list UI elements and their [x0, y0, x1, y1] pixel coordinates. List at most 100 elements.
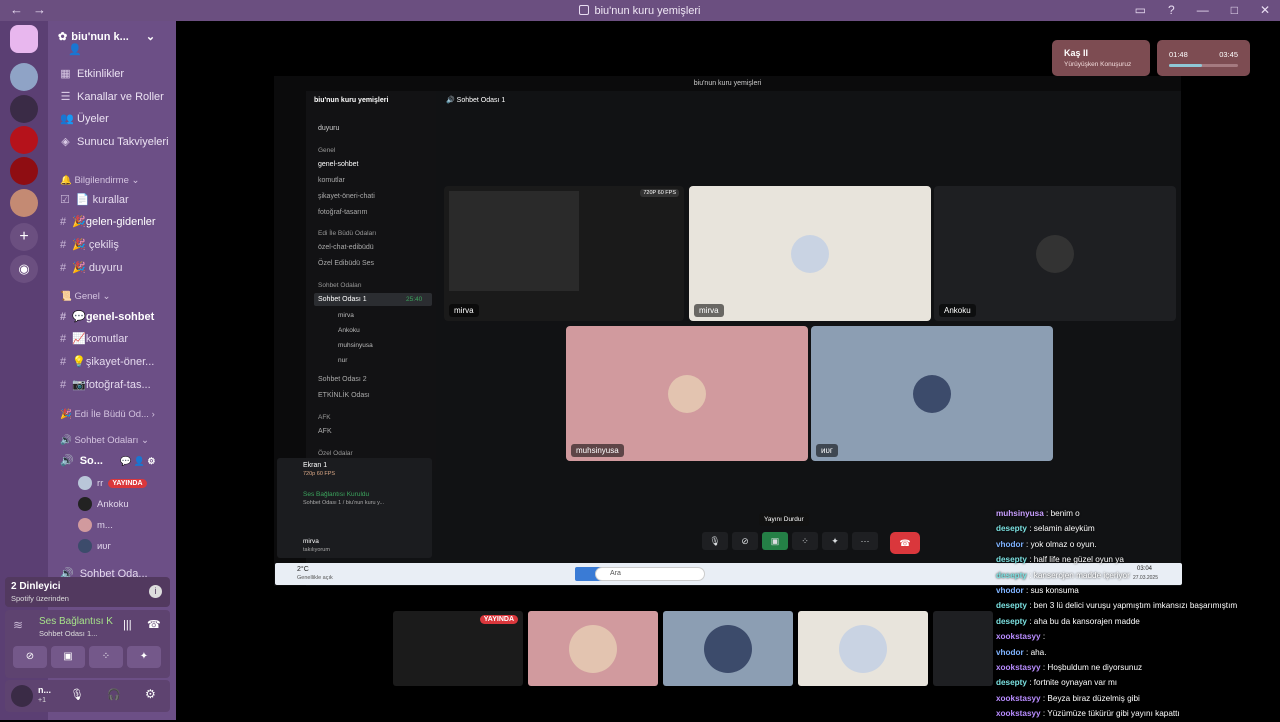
activities-toggle[interactable]: ⁘	[792, 532, 818, 550]
inner-ch-15: Sohbet Odası 2	[318, 376, 367, 383]
inner-tile-muhsinyusa[interactable]: muhsinyusa	[566, 326, 808, 461]
channel-cekilis[interactable]: # 🎉 çekiliş	[60, 238, 119, 251]
help-icon[interactable]: ?	[1168, 3, 1175, 17]
inner-ch-6: Edi İle Büdü Odaları	[318, 230, 377, 237]
listeners-source: Spotify üzerinden	[11, 594, 69, 603]
chat-text: : benim o	[1043, 509, 1080, 518]
chat-username: desepty	[996, 524, 1027, 534]
channel-fotograf[interactable]: # 📷fotoğraf-tas...	[60, 378, 151, 391]
server-icon-4[interactable]	[10, 157, 38, 185]
channel-sikayet[interactable]: # 💡şikayet-öner...	[60, 355, 154, 368]
activities-button[interactable]: ⁘	[89, 646, 123, 668]
inner-ch-5: fotoğraf-tasarım	[318, 209, 368, 216]
minimize-button[interactable]: —	[1197, 3, 1209, 17]
thumb-ankoku[interactable]	[933, 611, 993, 686]
voice-user-1[interactable]: rr YAYINDA	[78, 476, 147, 490]
inner-ch-9: Sohbet Odaları	[318, 282, 362, 289]
more-button[interactable]: ···	[852, 532, 878, 550]
channel-duyuru[interactable]: # 🎉 duyuru	[60, 261, 123, 274]
inner-tile-mirva[interactable]: mirva	[689, 186, 931, 321]
inbox-icon[interactable]: ▭	[1135, 3, 1146, 17]
close-button[interactable]: ✕	[1260, 3, 1270, 17]
chat-text: : sus konsuma	[1023, 586, 1079, 596]
now-playing-card[interactable]: Kaş II Yürüyüşken Konuşuruz	[1052, 40, 1150, 76]
home-button[interactable]	[10, 25, 38, 53]
thumb-muhsinyusa[interactable]	[528, 611, 658, 686]
voice-user-4[interactable]: ᴎᴜᴦ	[78, 539, 111, 553]
listeners-card[interactable]: 2 Dinleyici Spotify üzerinden i	[5, 577, 170, 607]
camera-toggle[interactable]: ⊘	[732, 532, 758, 550]
inner-tile-screen[interactable]: 720P 60 FPS mirva	[444, 186, 684, 321]
channel-genel-sohbet[interactable]: # 💬genel-sohbet	[60, 310, 154, 323]
chat-text: :	[1040, 632, 1046, 642]
chat-message: muhsinyusa : benim o	[996, 506, 1280, 521]
share-screen-button[interactable]: ▣	[51, 646, 85, 668]
menu-events[interactable]: ▦ Etkinlikler	[60, 67, 124, 81]
chat-username: desepty	[996, 570, 1027, 580]
inner-channel-list: biu'nun kuru yemişleri duyuru Genel gene…	[306, 91, 436, 471]
server-icon-5[interactable]	[10, 189, 38, 217]
chat-message: vhodor : yok olmaz o oyun.	[996, 537, 1280, 552]
mic-icon[interactable]: 🎙	[70, 688, 84, 701]
disconnect-icon[interactable]: ☎	[147, 618, 161, 631]
window-title: biu'nun kuru yemişleri	[594, 5, 701, 17]
inner-tile-ankoku[interactable]: Ankoku	[934, 186, 1176, 321]
camera-button[interactable]: ⊘	[13, 646, 47, 668]
live-badge-thumb: YAYINDA	[479, 615, 518, 624]
inner-ch-2: genel-sohbet	[318, 161, 359, 168]
settings-icon[interactable]: ⚙	[145, 687, 156, 701]
menu-members[interactable]: 👥 Üyeler	[60, 112, 109, 126]
thumb-nur[interactable]	[663, 611, 793, 686]
avatar[interactable]	[11, 685, 33, 707]
channel-komutlar[interactable]: # 📈komutlar	[60, 332, 128, 345]
channel-gelen-gidenler[interactable]: # 🎉gelen-gidenler	[60, 215, 156, 228]
channel-kurallar[interactable]: ☑ 📄 kurallar	[60, 193, 129, 206]
chat-username: vhodor	[996, 647, 1024, 657]
inner-ch-18: AFK	[318, 428, 332, 435]
inner-ch-11: mirva	[338, 312, 354, 319]
menu-channels-roles[interactable]: ☰ Kanallar ve Roller	[60, 90, 164, 104]
fps-badge: 720P 60 FPS	[640, 189, 679, 197]
server-name[interactable]: ✿ biu'nun k... ⌄👤	[58, 30, 176, 56]
inner-ch-17: AFK	[318, 414, 331, 421]
thumb-mirva[interactable]	[798, 611, 928, 686]
chat-username: xookstasyy	[996, 632, 1041, 642]
voice-user-2[interactable]: Ankoku	[78, 497, 129, 511]
hangup-button[interactable]: ☎	[890, 532, 920, 554]
server-icon-1[interactable]	[10, 63, 38, 91]
stop-stream-button[interactable]: ▣	[762, 532, 788, 550]
headphones-icon[interactable]: 🎧	[107, 688, 121, 701]
menu-boosts[interactable]: ◈ Sunucu Takviyeleri	[60, 135, 168, 149]
soundboard-button[interactable]: ✦	[127, 646, 161, 668]
explore-icon[interactable]: ◉	[10, 255, 38, 283]
chat-message: desepty : fortnite oynayan var mı	[996, 675, 1280, 690]
voice-channel-name: Sohbet Odası 1...	[39, 629, 98, 638]
mic-button[interactable]: 🎙	[702, 532, 728, 550]
signal-icon: ≋	[13, 618, 24, 632]
maximize-button[interactable]: □	[1231, 3, 1238, 17]
inner-voice-header: 🔊 Sohbet Odası 1	[446, 97, 506, 104]
server-icon-2[interactable]	[10, 95, 38, 123]
thumb-stream[interactable]: YAYINDA	[393, 611, 523, 686]
voice-channel-1[interactable]: 🔊 So... 💬 👤 ⚙	[60, 454, 155, 467]
server-icon-3[interactable]	[10, 126, 38, 154]
chat-message: xookstasyy : Beyza biraz düzelmiş gibi	[996, 691, 1280, 706]
taskbar-search[interactable]: Ara	[595, 567, 705, 581]
category-info[interactable]: 🔔 Bilgilendirme ⌄	[60, 175, 139, 186]
voice-user-3[interactable]: m...	[78, 518, 113, 532]
noise-icon[interactable]: |||	[123, 619, 132, 631]
chat-text: : kanserojen madde içeriyor	[1026, 570, 1130, 580]
add-server-icon[interactable]: +	[10, 223, 38, 251]
category-edi[interactable]: 🎉 Edi İle Büdü Od... ›	[60, 409, 155, 420]
inner-ch-7: özel-chat-edibüdü	[318, 244, 374, 251]
category-voice[interactable]: 🔊 Sohbet Odaları ⌄	[60, 435, 149, 446]
inner-ch-0: duyuru	[318, 125, 340, 132]
soundboard-toggle[interactable]: ✦	[822, 532, 848, 550]
chat-text: : Hoşbuldum ne diyorsunuz	[1040, 663, 1143, 673]
info-icon[interactable]: i	[149, 585, 162, 598]
inner-tile-nur[interactable]: ᴎᴜᴦ	[811, 326, 1053, 461]
calendar-icon: ▦	[60, 68, 71, 80]
category-general[interactable]: 📜 Genel ⌄	[60, 291, 110, 302]
chat-username: xookstasyy	[996, 663, 1041, 673]
live-badge: YAYINDA	[108, 478, 147, 488]
